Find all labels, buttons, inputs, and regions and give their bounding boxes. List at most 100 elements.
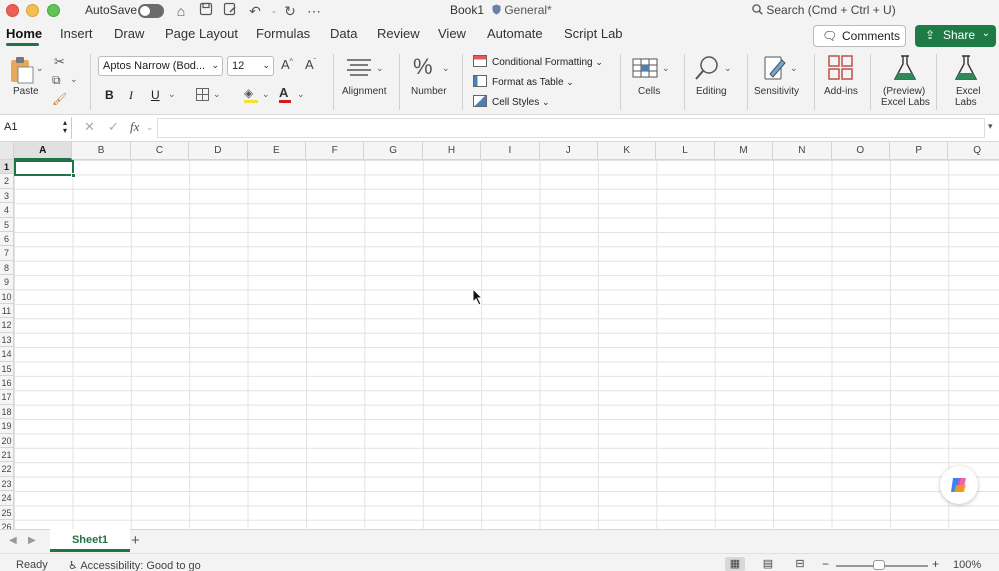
- minimize-window-button[interactable]: [26, 4, 39, 17]
- number-chevron[interactable]: ⌄: [442, 63, 450, 74]
- cut-icon[interactable]: ✂: [54, 54, 65, 70]
- copilot-button[interactable]: [940, 466, 978, 504]
- sensitivity-label[interactable]: General*: [492, 3, 552, 17]
- underline-button[interactable]: U: [151, 88, 160, 102]
- worksheet-grid[interactable]: ABCDEFGHIJKLMNOPQ 1 2 3 4 5 6 7 8 9 10 11 12 13 14 15 1…: [0, 142, 999, 529]
- column-header-i[interactable]: I: [481, 142, 540, 160]
- home-icon[interactable]: ⌂: [172, 2, 190, 20]
- borders-icon[interactable]: [196, 88, 209, 101]
- cell-styles-button[interactable]: Cell Styles ⌄: [473, 95, 550, 108]
- row-header-19[interactable]: 19: [0, 419, 14, 434]
- font-name-select[interactable]: Aptos Narrow (Bod... ⌄: [98, 56, 223, 76]
- font-size-select[interactable]: 12 ⌄: [227, 56, 274, 76]
- row-header-7[interactable]: 7: [0, 246, 14, 261]
- format-painter-icon[interactable]: 🖌: [52, 92, 67, 106]
- row-header-18[interactable]: 18: [0, 404, 14, 420]
- tab-insert[interactable]: Insert: [60, 26, 93, 41]
- font-color-chevron[interactable]: ⌄: [297, 89, 305, 100]
- row-header-12[interactable]: 12: [0, 318, 14, 333]
- increase-font-size-icon[interactable]: A^: [281, 57, 293, 72]
- zoom-window-button[interactable]: [47, 4, 60, 17]
- share-button[interactable]: ⇪ Share ⌄: [915, 25, 996, 47]
- editing-icon[interactable]: [694, 55, 722, 84]
- cells-chevron[interactable]: ⌄: [662, 63, 670, 74]
- row-header-4[interactable]: 4: [0, 203, 14, 218]
- save-icon[interactable]: [197, 2, 215, 20]
- copy-options-chevron[interactable]: ⌄: [70, 74, 78, 85]
- function-chevron[interactable]: ⌄: [146, 122, 154, 133]
- zoom-out-icon[interactable]: −: [822, 557, 829, 571]
- underline-chevron[interactable]: ⌄: [168, 89, 176, 100]
- row-header-25[interactable]: 25: [0, 505, 14, 520]
- row-header-11[interactable]: 11: [0, 304, 14, 319]
- tab-page-layout[interactable]: Page Layout: [165, 26, 238, 41]
- row-header-3[interactable]: 3: [0, 188, 14, 204]
- copy-icon[interactable]: ⧉: [52, 73, 61, 88]
- row-header-16[interactable]: 16: [0, 376, 14, 391]
- column-header-c[interactable]: C: [130, 142, 190, 160]
- next-sheet-icon[interactable]: ▶: [28, 535, 36, 546]
- tab-data[interactable]: Data: [330, 26, 357, 41]
- editing-chevron[interactable]: ⌄: [724, 63, 732, 74]
- name-box[interactable]: A1 ▴ ▾: [0, 117, 72, 139]
- alignment-chevron[interactable]: ⌄: [376, 63, 384, 74]
- row-header-17[interactable]: 17: [0, 390, 14, 405]
- select-all-button[interactable]: [0, 142, 14, 160]
- chevron-down-icon[interactable]: ⌄: [982, 28, 990, 39]
- cell-area[interactable]: [14, 160, 999, 529]
- row-header-5[interactable]: 5: [0, 217, 14, 232]
- column-header-l[interactable]: L: [656, 142, 715, 160]
- enter-icon[interactable]: ✓: [108, 119, 119, 135]
- row-header-14[interactable]: 14: [0, 347, 14, 362]
- tab-automate[interactable]: Automate: [487, 26, 543, 41]
- column-header-b[interactable]: B: [72, 142, 131, 160]
- row-header-6[interactable]: 6: [0, 232, 14, 247]
- column-header-o[interactable]: O: [831, 142, 890, 160]
- row-header-24[interactable]: 24: [0, 491, 14, 506]
- row-header-2[interactable]: 2: [0, 174, 14, 189]
- borders-chevron[interactable]: ⌄: [213, 89, 221, 100]
- tab-view[interactable]: View: [438, 26, 466, 41]
- alignment-icon[interactable]: [346, 58, 372, 81]
- zoom-percentage[interactable]: 100%: [953, 559, 981, 571]
- row-header-9[interactable]: 9: [0, 275, 14, 290]
- page-layout-view-icon[interactable]: ▤: [758, 557, 778, 571]
- format-as-table-button[interactable]: Format as Table ⌄: [473, 75, 574, 88]
- accessibility-status[interactable]: ♿︎ Accessibility: Good to go: [68, 559, 201, 571]
- paste-icon[interactable]: [9, 56, 35, 87]
- row-header-1[interactable]: 1: [0, 160, 14, 175]
- expand-formula-bar-icon[interactable]: ▾: [988, 121, 993, 132]
- column-header-e[interactable]: E: [247, 142, 306, 160]
- formula-input[interactable]: [157, 118, 985, 138]
- more-commands-icon[interactable]: ⋯: [305, 2, 323, 20]
- tab-home[interactable]: Home: [6, 26, 42, 41]
- row-header-21[interactable]: 21: [0, 448, 14, 463]
- conditional-formatting-button[interactable]: Conditional Formatting ⌄: [473, 55, 603, 68]
- row-header-26[interactable]: 26: [0, 520, 14, 529]
- active-cell-a1[interactable]: [14, 160, 76, 178]
- fill-handle[interactable]: [71, 173, 76, 178]
- undo-icon[interactable]: ↶: [246, 2, 264, 20]
- column-header-p[interactable]: P: [890, 142, 949, 160]
- redo-icon[interactable]: ↻: [281, 2, 299, 20]
- fill-color-chevron[interactable]: ⌄: [262, 89, 270, 100]
- normal-view-icon[interactable]: ▦: [725, 557, 745, 571]
- decrease-font-size-icon[interactable]: Aˇ: [305, 57, 316, 72]
- comments-button[interactable]: 🗨 Comments: [813, 25, 906, 47]
- column-header-n[interactable]: N: [773, 142, 832, 160]
- row-header-15[interactable]: 15: [0, 361, 14, 376]
- autosave-toggle[interactable]: [138, 4, 164, 18]
- cells-icon[interactable]: [632, 56, 660, 83]
- sensitivity-icon[interactable]: [762, 54, 788, 85]
- column-header-d[interactable]: D: [189, 142, 248, 160]
- row-header-20[interactable]: 20: [0, 433, 14, 448]
- column-header-m[interactable]: M: [714, 142, 774, 160]
- insert-function-button[interactable]: fx: [130, 119, 139, 135]
- zoom-in-icon[interactable]: +: [932, 557, 939, 571]
- save-as-icon[interactable]: [221, 2, 239, 20]
- flask-icon[interactable]: [893, 55, 917, 84]
- previous-sheet-icon[interactable]: ◀: [9, 535, 17, 546]
- percent-icon[interactable]: %: [413, 54, 433, 80]
- name-box-stepper-icon[interactable]: ▴ ▾: [63, 119, 67, 135]
- bold-button[interactable]: B: [105, 88, 114, 102]
